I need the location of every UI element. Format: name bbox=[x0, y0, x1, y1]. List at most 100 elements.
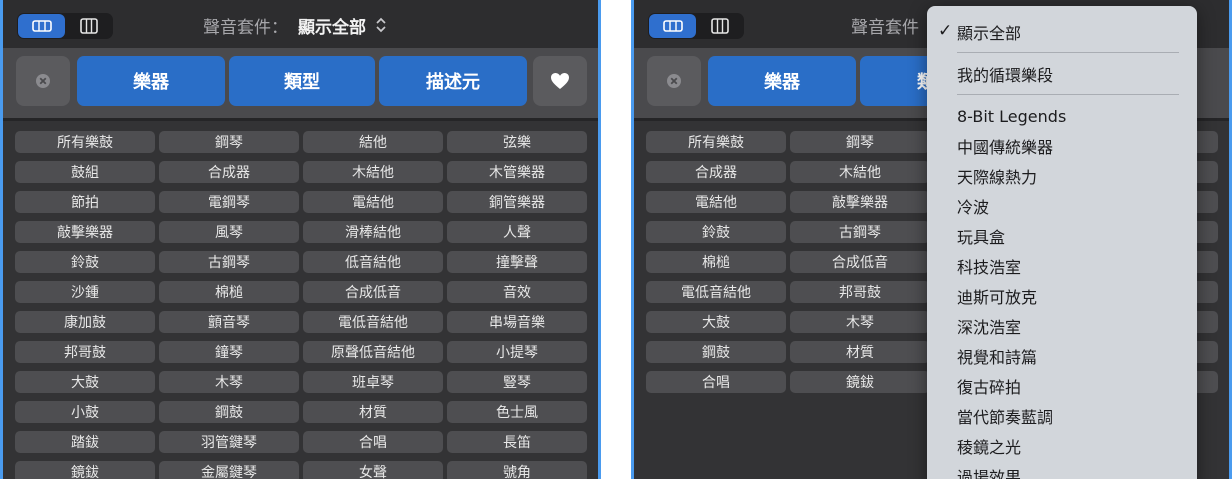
keyword-button[interactable]: 人聲 bbox=[447, 221, 587, 243]
column-view-button[interactable] bbox=[696, 14, 743, 38]
keyword-button[interactable]: 鈴鼓 bbox=[15, 251, 155, 273]
keyword-button[interactable]: 串場音樂 bbox=[447, 311, 587, 333]
keyword-button[interactable]: 材質 bbox=[790, 341, 930, 363]
keyword-button[interactable]: 顫音琴 bbox=[159, 311, 299, 333]
keyword-button[interactable]: 鏡鈸 bbox=[790, 371, 930, 393]
tab-descriptors[interactable]: 描述元 bbox=[379, 56, 527, 106]
keyword-button[interactable]: 風琴 bbox=[159, 221, 299, 243]
menu-item-sound-pack[interactable]: 稜鏡之光 bbox=[927, 431, 1197, 461]
menu-item-show-all[interactable]: ✓ 顯示全部 bbox=[927, 17, 1197, 47]
keyword-button[interactable]: 沙鍾 bbox=[15, 281, 155, 303]
keyword-button[interactable]: 銅管樂器 bbox=[447, 191, 587, 213]
column-view-button[interactable] bbox=[65, 14, 112, 38]
keyword-button[interactable]: 羽管鍵琴 bbox=[159, 431, 299, 453]
tab-instruments[interactable]: 樂器 bbox=[77, 56, 225, 106]
menu-item-my-loops[interactable]: 我的循環樂段 bbox=[927, 59, 1197, 89]
keyword-button[interactable]: 女聲 bbox=[303, 461, 443, 479]
keyword-button[interactable]: 鋼鼓 bbox=[159, 401, 299, 423]
menu-item-sound-pack[interactable]: 過場效果 bbox=[927, 461, 1197, 479]
keyword-button[interactable]: 鋼鼓 bbox=[646, 341, 786, 363]
keyword-button[interactable]: 鼓組 bbox=[15, 161, 155, 183]
keyword-button[interactable]: 小鼓 bbox=[15, 401, 155, 423]
menu-item-sound-pack[interactable]: 深沈浩室 bbox=[927, 311, 1197, 341]
keyword-button[interactable]: 康加鼓 bbox=[15, 311, 155, 333]
keyword-button[interactable]: 結他 bbox=[303, 131, 443, 153]
menu-item-sound-pack[interactable]: 玩具盒 bbox=[927, 221, 1197, 251]
keyword-button[interactable]: 色士風 bbox=[447, 401, 587, 423]
menu-item-sound-pack[interactable]: 8-Bit Legends bbox=[927, 101, 1197, 131]
keyword-button[interactable]: 所有樂鼓 bbox=[15, 131, 155, 153]
menu-item-sound-pack[interactable]: 視覺和詩篇 bbox=[927, 341, 1197, 371]
keyword-button[interactable]: 古鋼琴 bbox=[159, 251, 299, 273]
keyword-button[interactable]: 合成低音 bbox=[303, 281, 443, 303]
keyword-button[interactable]: 木琴 bbox=[159, 371, 299, 393]
keyword-button[interactable]: 低音結他 bbox=[303, 251, 443, 273]
keyword-button[interactable]: 豎琴 bbox=[447, 371, 587, 393]
keyword-button[interactable]: 班卓琴 bbox=[303, 371, 443, 393]
tab-instruments[interactable]: 樂器 bbox=[708, 56, 856, 106]
menu-item-sound-pack[interactable]: 復古碎拍 bbox=[927, 371, 1197, 401]
keyword-button[interactable]: 木管樂器 bbox=[447, 161, 587, 183]
keyword-button[interactable]: 踏鈸 bbox=[15, 431, 155, 453]
menu-item-sound-pack[interactable]: 當代節奏藍調 bbox=[927, 401, 1197, 431]
keyword-button[interactable]: 棉槌 bbox=[159, 281, 299, 303]
keyword-button[interactable]: 木結他 bbox=[790, 161, 930, 183]
keyword-button[interactable]: 合唱 bbox=[646, 371, 786, 393]
menu-item-sound-pack[interactable]: 天際線熱力 bbox=[927, 161, 1197, 191]
keyword-button[interactable]: 小提琴 bbox=[447, 341, 587, 363]
divider bbox=[3, 118, 598, 121]
keyword-button[interactable]: 敲擊樂器 bbox=[790, 191, 930, 213]
keyword-button[interactable]: 撞擊聲 bbox=[447, 251, 587, 273]
sound-pack-label: 聲音套件： bbox=[203, 17, 288, 38]
keyword-button[interactable]: 木結他 bbox=[303, 161, 443, 183]
keyword-button[interactable]: 鐘琴 bbox=[159, 341, 299, 363]
keyword-button[interactable]: 大鼓 bbox=[646, 311, 786, 333]
keyword-button[interactable]: 電結他 bbox=[303, 191, 443, 213]
keyword-button[interactable]: 電結他 bbox=[646, 191, 786, 213]
keyword-button[interactable]: 電低音結他 bbox=[646, 281, 786, 303]
menu-item-sound-pack[interactable]: 科技浩室 bbox=[927, 251, 1197, 281]
keyword-button[interactable]: 長笛 bbox=[447, 431, 587, 453]
keyword-button[interactable]: 鋼琴 bbox=[790, 131, 930, 153]
menu-item-sound-pack[interactable]: 冷波 bbox=[927, 191, 1197, 221]
keyword-button[interactable]: 邦哥鼓 bbox=[15, 341, 155, 363]
keyword-button[interactable]: 鏡鈸 bbox=[15, 461, 155, 479]
menu-item-label: 科技浩室 bbox=[957, 258, 1022, 277]
keyword-button[interactable]: 合成低音 bbox=[790, 251, 930, 273]
keyword-button[interactable]: 弦樂 bbox=[447, 131, 587, 153]
keyword-button[interactable]: 電鋼琴 bbox=[159, 191, 299, 213]
keyword-button[interactable]: 節拍 bbox=[15, 191, 155, 213]
clear-filter-button[interactable] bbox=[16, 56, 70, 106]
sound-pack-selector[interactable]: 聲音套件 bbox=[851, 12, 919, 38]
keyword-button[interactable]: 敲擊樂器 bbox=[15, 221, 155, 243]
keyword-button[interactable]: 材質 bbox=[303, 401, 443, 423]
keyword-button[interactable]: 大鼓 bbox=[15, 371, 155, 393]
menu-item-sound-pack[interactable]: 迪斯可放克 bbox=[927, 281, 1197, 311]
keyword-button[interactable]: 邦哥鼓 bbox=[790, 281, 930, 303]
clear-filter-button[interactable] bbox=[647, 56, 701, 106]
menu-item-label: 迪斯可放克 bbox=[957, 288, 1038, 307]
button-view-button[interactable] bbox=[18, 14, 65, 38]
keyword-button[interactable]: 合唱 bbox=[303, 431, 443, 453]
favorites-button[interactable] bbox=[533, 56, 587, 106]
keyword-button[interactable]: 古鋼琴 bbox=[790, 221, 930, 243]
keyword-button[interactable]: 原聲低音結他 bbox=[303, 341, 443, 363]
tab-genre[interactable]: 類型 bbox=[229, 56, 375, 106]
keyword-button[interactable]: 木琴 bbox=[790, 311, 930, 333]
keyword-button[interactable]: 合成器 bbox=[159, 161, 299, 183]
button-view-icon bbox=[31, 20, 52, 32]
keyword-button[interactable]: 鋼琴 bbox=[159, 131, 299, 153]
sound-pack-selector[interactable]: 聲音套件： 顯示全部 bbox=[203, 12, 386, 38]
keyword-button[interactable]: 合成器 bbox=[646, 161, 786, 183]
keyword-button[interactable]: 鈴鼓 bbox=[646, 221, 786, 243]
keyword-button[interactable]: 號角 bbox=[447, 461, 587, 479]
keyword-button[interactable]: 電低音結他 bbox=[303, 311, 443, 333]
keyword-button[interactable]: 音效 bbox=[447, 281, 587, 303]
keyword-button[interactable]: 金屬鍵琴 bbox=[159, 461, 299, 479]
menu-item-sound-pack[interactable]: 中國傳統樂器 bbox=[927, 131, 1197, 161]
keyword-grid: 所有樂鼓 鋼琴 結他 弦樂鼓組 合成器 木結他 木管樂器節拍 電鋼琴 電結他 銅管樂器敲擊樂器 風琴… bbox=[15, 131, 587, 479]
keyword-button[interactable]: 棉槌 bbox=[646, 251, 786, 273]
button-view-button[interactable] bbox=[649, 14, 696, 38]
keyword-button[interactable]: 滑棒結他 bbox=[303, 221, 443, 243]
keyword-button[interactable]: 所有樂鼓 bbox=[646, 131, 786, 153]
